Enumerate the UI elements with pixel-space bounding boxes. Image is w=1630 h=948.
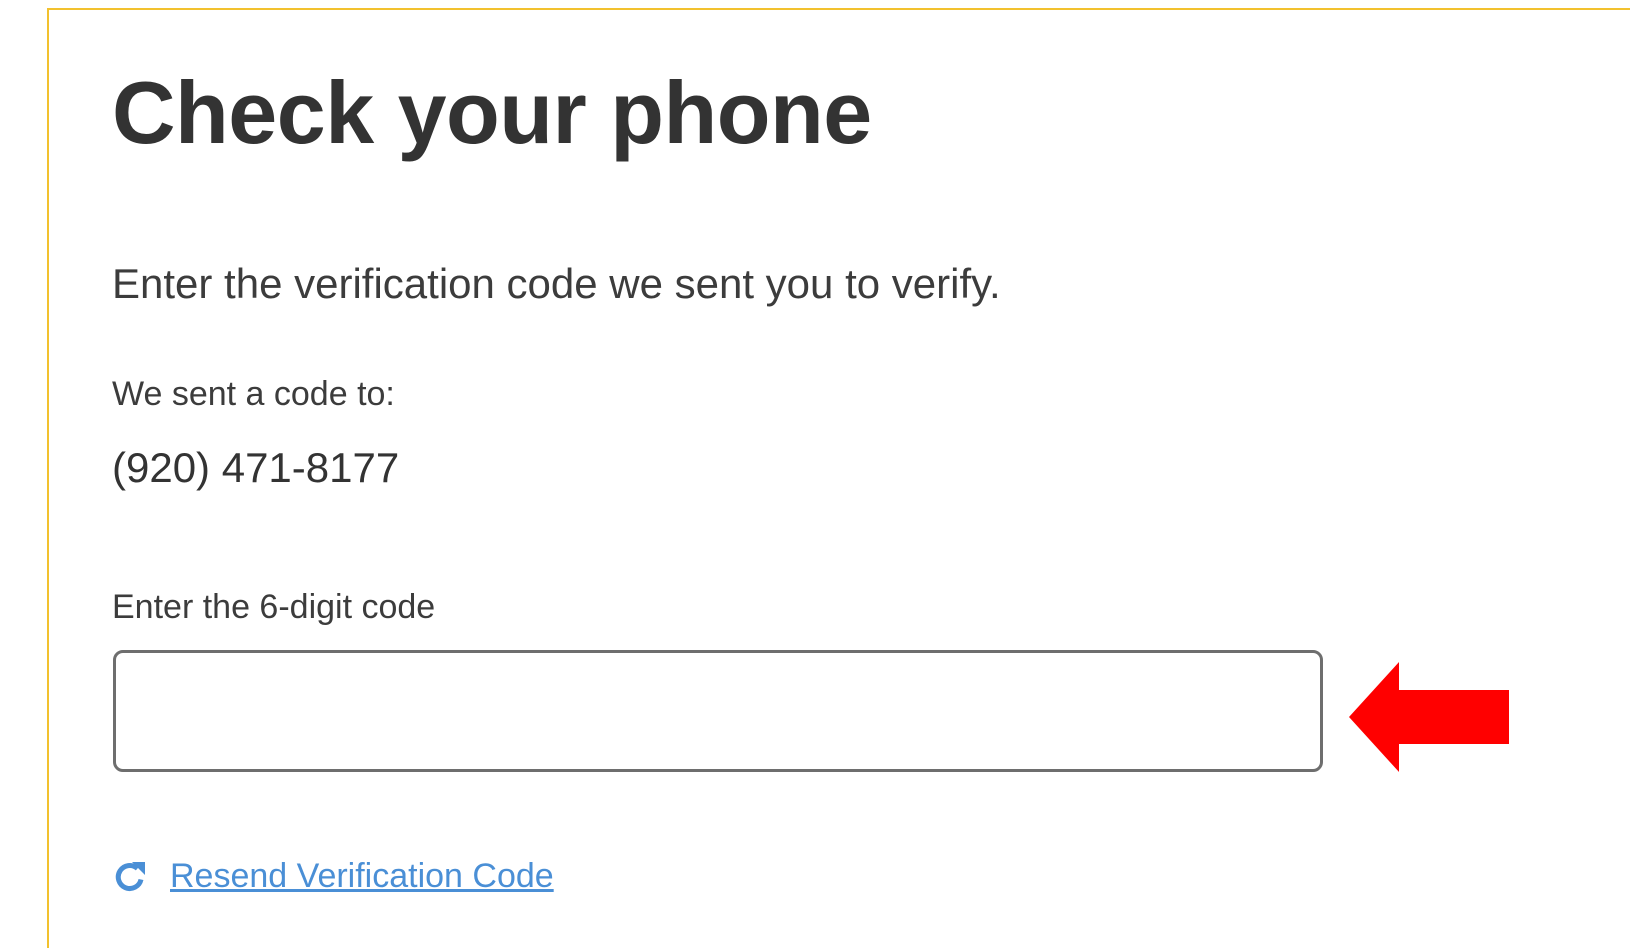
sent-to-label: We sent a code to: bbox=[112, 375, 395, 413]
left-arrow-icon bbox=[1349, 662, 1509, 772]
instructions-text: Enter the verification code we sent you … bbox=[112, 260, 1001, 307]
phone-number: (920) 471-8177 bbox=[112, 444, 400, 491]
resend-code-link[interactable]: Resend Verification Code bbox=[112, 857, 554, 896]
refresh-icon bbox=[115, 861, 145, 891]
page-title: Check your phone bbox=[112, 63, 872, 162]
code-field-label: Enter the 6-digit code bbox=[112, 588, 436, 626]
verification-panel: Check your phone Enter the verification … bbox=[47, 8, 1630, 948]
resend-code-label[interactable]: Resend Verification Code bbox=[170, 857, 554, 896]
verification-code-input[interactable] bbox=[113, 650, 1323, 772]
